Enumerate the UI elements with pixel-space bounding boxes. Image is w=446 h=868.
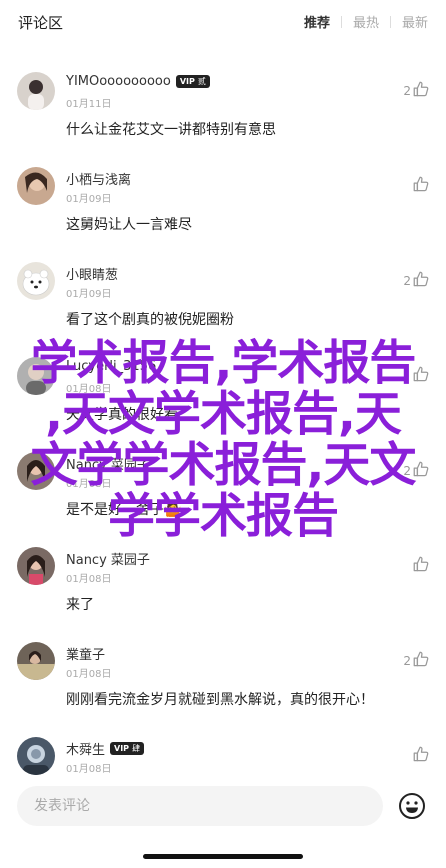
avatar[interactable] — [17, 357, 55, 395]
thumbs-up-icon — [412, 460, 430, 478]
like-button[interactable]: 2 — [403, 270, 430, 288]
vip-badge: VIP 贰 — [175, 75, 210, 88]
like-button[interactable]: 2 — [403, 650, 430, 668]
comment-date: 01月08日 — [66, 764, 112, 775]
comment-item: Nancy 菜园子 01月08日 来了 — [0, 535, 446, 630]
avatar[interactable] — [17, 167, 55, 205]
thumbs-up-icon — [412, 745, 430, 763]
comment-item: 小栖与浅离 01月09日 这舅妈让人一言难尽 — [0, 155, 446, 250]
username[interactable]: Lucyerli_3156 — [66, 359, 156, 374]
tab-hottest[interactable]: 最热 — [353, 12, 379, 31]
avatar[interactable] — [17, 547, 55, 585]
comment-date: 01月11日 — [66, 99, 112, 110]
comment-text: 刚刚看完流金岁月就碰到黑水解说，真的很开心！ — [66, 692, 374, 708]
comment-header: 评论区 推荐 最热 最新 — [0, 0, 446, 42]
like-button[interactable] — [411, 555, 430, 573]
comment-text: 看了这个剧真的被倪妮圈粉 — [66, 312, 234, 328]
comment-date: 01月08日 — [66, 479, 112, 490]
comment-date: 01月08日 — [66, 384, 112, 395]
like-count: 2 — [403, 274, 411, 288]
comment-text: 什么让金花艾文一讲都特别有意思 — [66, 122, 276, 138]
username[interactable]: 小眼睛葱 — [66, 264, 118, 283]
emoji-icon — [398, 792, 426, 820]
tab-newest[interactable]: 最新 — [402, 12, 428, 31]
comment-item: 小眼睛葱 01月09日 看了这个剧真的被倪妮圈粉 2 — [0, 250, 446, 345]
username[interactable]: 木舜生 — [66, 739, 105, 758]
like-count: 2 — [403, 84, 411, 98]
comment-text: 来了 — [66, 597, 94, 613]
avatar[interactable] — [17, 737, 55, 775]
like-button[interactable]: 2 — [403, 80, 430, 98]
comment-item: Nancy 菜园子 01月08日 是不是好一舍子🤷 2 — [0, 440, 446, 535]
avatar[interactable] — [17, 452, 55, 490]
like-button[interactable]: 2 — [403, 460, 430, 478]
comment-input-bar: 发表评论 — [0, 777, 446, 837]
like-count: 2 — [403, 654, 411, 668]
like-button[interactable] — [411, 365, 430, 383]
username[interactable]: Nancy 菜园子 — [66, 549, 150, 568]
tab-divider — [389, 15, 391, 28]
thumbs-up-icon — [412, 555, 430, 573]
thumbs-up-icon — [412, 80, 430, 98]
comment-date: 01月09日 — [66, 289, 112, 300]
comment-text: 这舅妈让人一言难尽 — [66, 217, 192, 233]
home-indicator — [143, 854, 303, 859]
like-button[interactable] — [411, 175, 430, 193]
avatar[interactable] — [17, 262, 55, 300]
like-button[interactable] — [411, 745, 430, 763]
thumbs-up-icon — [412, 175, 430, 193]
username[interactable]: 小栖与浅离 — [66, 169, 131, 188]
tab-divider — [340, 15, 342, 28]
like-count: 2 — [403, 464, 411, 478]
tab-recommended[interactable]: 推荐 — [304, 12, 330, 31]
comment-date: 01月08日 — [66, 669, 112, 680]
thumbs-up-icon — [412, 365, 430, 383]
comment-list: YIMOooooooooo VIP 贰 01月11日 什么让金花艾文一讲都特别有意… — [0, 60, 446, 820]
thumbs-up-icon — [412, 270, 430, 288]
username[interactable]: Nancy 菜园子 — [66, 454, 150, 473]
comment-date: 01月09日 — [66, 194, 112, 205]
avatar[interactable] — [17, 72, 55, 110]
thumbs-up-icon — [412, 650, 430, 668]
username[interactable]: 業童子 — [66, 644, 105, 663]
avatar[interactable] — [17, 642, 55, 680]
comment-item: YIMOooooooooo VIP 贰 01月11日 什么让金花艾文一讲都特别有意… — [0, 60, 446, 155]
emoji-button[interactable] — [398, 792, 426, 820]
comment-text: 天文学真的很好看 — [66, 407, 178, 423]
page-title: 评论区 — [18, 14, 64, 32]
comment-text: 是不是好一舍子🤷 — [66, 502, 182, 518]
sort-tabs: 推荐 最热 最新 — [304, 12, 428, 31]
comment-item: 業童子 01月08日 刚刚看完流金岁月就碰到黑水解说，真的很开心！ 2 — [0, 630, 446, 725]
comment-date: 01月08日 — [66, 574, 112, 585]
username[interactable]: YIMOooooooooo — [66, 74, 171, 89]
comment-input[interactable]: 发表评论 — [17, 786, 383, 826]
comment-item: Lucyerli_3156 01月08日 天文学真的很好看 — [0, 345, 446, 440]
vip-badge: VIP 肆 — [110, 742, 145, 755]
